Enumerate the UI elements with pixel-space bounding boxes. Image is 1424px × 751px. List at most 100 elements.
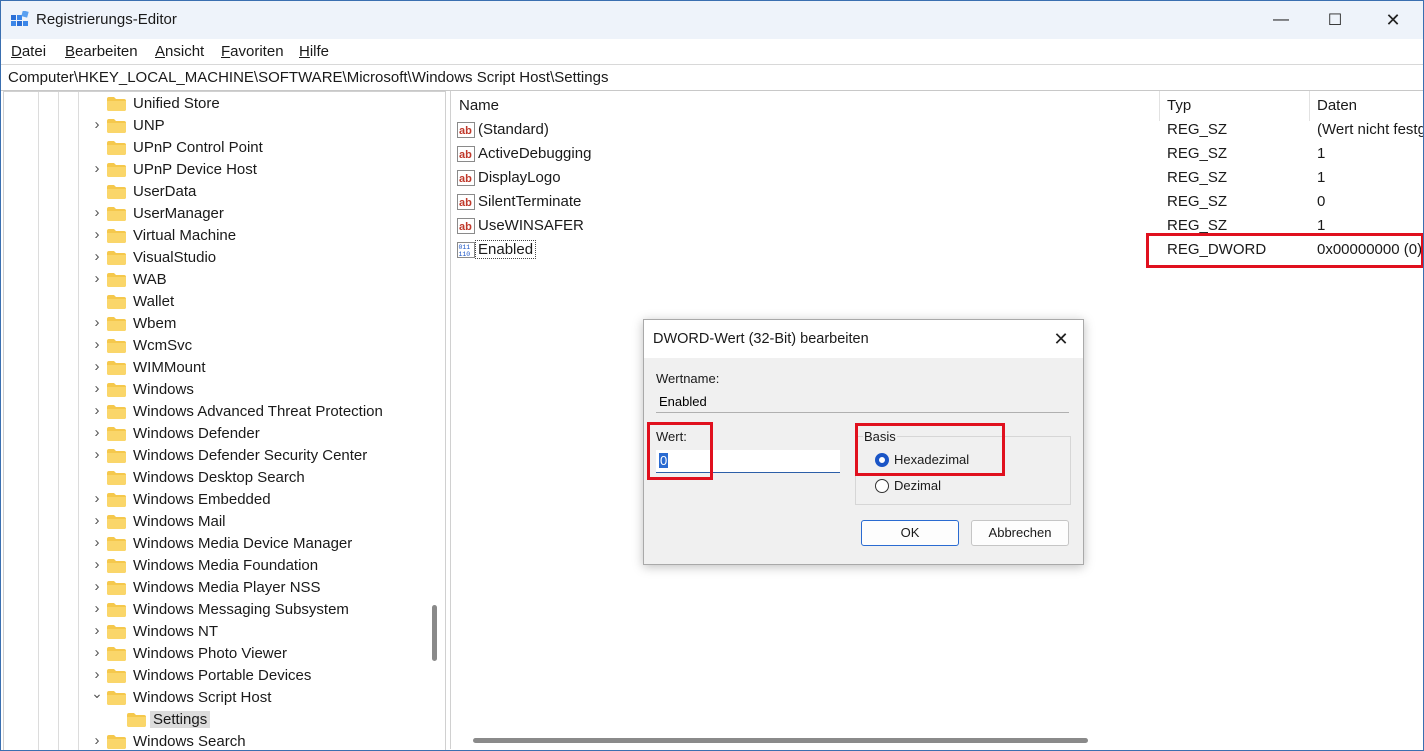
tree-item[interactable]: › Windows Advanced Threat Protection [4,401,424,423]
tree-item[interactable]: › Windows [4,379,424,401]
tree-item-label: Windows Media Player NSS [133,579,321,596]
chevron-right-icon[interactable]: › [91,491,103,506]
folder-icon [107,339,126,353]
column-header-type[interactable]: Typ [1167,97,1191,114]
chevron-right-icon[interactable]: › [91,205,103,220]
tree-item-label: Windows Search [133,733,246,750]
chevron-right-icon[interactable]: › [91,667,103,682]
chevron-right-icon[interactable]: › [91,161,103,176]
chevron-right-icon[interactable]: › [91,601,103,616]
value-name-field[interactable] [656,391,1069,413]
ok-button[interactable]: OK [861,520,959,546]
folder-icon [107,185,126,199]
tree-item[interactable]: › UNP [4,115,424,137]
column-header-name[interactable]: Name [459,97,499,114]
value-row[interactable]: ab DisplayLogo REG_SZ 1 [451,166,1423,190]
chevron-right-icon[interactable]: › [91,557,103,572]
tree-item[interactable]: › Windows Portable Devices [4,665,424,687]
folder-icon [127,713,146,727]
value-row[interactable]: ab ActiveDebugging REG_SZ 1 [451,142,1423,166]
folder-icon [107,449,126,463]
tree-item[interactable]: › WIMMount [4,357,424,379]
svg-text:ab: ab [459,125,472,137]
menu-datei[interactable]: Datei [11,43,46,60]
tree-item[interactable]: › Windows NT [4,621,424,643]
string-value-icon: ab [457,193,475,211]
chevron-right-icon[interactable]: › [91,381,103,396]
close-window-button[interactable]: ✕ [1365,1,1421,39]
tree-item[interactable]: UserData [4,181,424,203]
address-path[interactable]: Computer\HKEY_LOCAL_MACHINE\SOFTWARE\Mic… [8,69,608,86]
chevron-right-icon[interactable]: › [91,359,103,374]
chevron-right-icon[interactable]: › [91,623,103,638]
tree-item[interactable]: Settings [4,709,424,731]
tree-item-label: Windows Mail [133,513,226,530]
minimize-button[interactable]: — [1253,1,1309,39]
key-tree[interactable]: Unified Store › UNP UPnP Control Point › UPnP… [3,91,446,750]
column-separator[interactable] [1309,91,1310,121]
chevron-right-icon[interactable]: › [91,733,103,748]
chevron-right-icon[interactable]: › [91,227,103,242]
tree-item[interactable]: › Windows Defender Security Center [4,445,424,467]
chevron-right-icon[interactable]: › [91,249,103,264]
menu-bearbeiten[interactable]: Bearbeiten [65,43,138,60]
window-title: Registrierungs-Editor [36,11,177,28]
tree-item[interactable]: › Windows Defender [4,423,424,445]
tree-item[interactable]: Unified Store [4,93,424,115]
chevron-right-icon[interactable]: › [91,513,103,528]
tree-item[interactable]: › Windows Media Device Manager [4,533,424,555]
tree-item[interactable]: › Windows Photo Viewer [4,643,424,665]
tree-item[interactable]: › WAB [4,269,424,291]
maximize-button[interactable]: ☐ [1307,1,1363,39]
chevron-right-icon[interactable]: › [91,579,103,594]
tree-item[interactable]: › VisualStudio [4,247,424,269]
folder-icon [107,383,126,397]
tree-item[interactable]: › Windows Embedded [4,489,424,511]
folder-icon [107,317,126,331]
tree-item[interactable]: › Windows Mail [4,511,424,533]
value-name: UseWINSAFER [478,217,584,234]
tree-item-label: Windows Photo Viewer [133,645,287,662]
chevron-right-icon[interactable]: › [91,315,103,330]
tree-item[interactable]: › UserManager [4,203,424,225]
tree-item[interactable]: UPnP Control Point [4,137,424,159]
menu-favoriten[interactable]: Favoriten [221,43,284,60]
tree-item[interactable]: › UPnP Device Host [4,159,424,181]
tree-item[interactable]: › Windows Media Foundation [4,555,424,577]
chevron-right-icon[interactable]: › [91,447,103,462]
tree-item[interactable]: › Wbem [4,313,424,335]
value-row[interactable]: ab SilentTerminate REG_SZ 0 [451,190,1423,214]
tree-item[interactable]: › Windows Messaging Subsystem [4,599,424,621]
chevron-right-icon[interactable]: › [91,117,103,132]
folder-icon [107,119,126,133]
value-row[interactable]: ab (Standard) REG_SZ (Wert nicht festg [451,118,1423,142]
column-header-data[interactable]: Daten [1317,97,1357,114]
cancel-button[interactable]: Abbrechen [971,520,1069,546]
tree-item[interactable]: › Virtual Machine [4,225,424,247]
tree-item[interactable]: › WcmSvc [4,335,424,357]
chevron-right-icon[interactable]: › [91,645,103,660]
tree-item[interactable]: Wallet [4,291,424,313]
chevron-right-icon[interactable]: › [91,403,103,418]
chevron-right-icon[interactable]: › [91,337,103,352]
value-type: REG_SZ [1167,121,1228,138]
decimal-radio[interactable] [875,479,889,493]
chevron-right-icon[interactable]: › [91,535,103,550]
tree-item[interactable]: › Windows Media Player NSS [4,577,424,599]
tree-item-label: UNP [133,117,165,134]
chevron-down-icon[interactable]: ⌄ [91,686,103,700]
column-separator[interactable] [1159,91,1160,121]
tree-scrollbar-thumb[interactable] [432,605,437,661]
tree-item[interactable]: ⌄ Windows Script Host [4,686,424,709]
dialog-close-button[interactable]: ✕ [1048,327,1074,351]
tree-item[interactable]: › Windows Search [4,731,424,750]
decimal-radio-label[interactable]: Dezimal [894,478,941,493]
chevron-right-icon[interactable]: › [91,271,103,286]
horizontal-scrollbar-thumb[interactable] [473,738,1088,743]
chevron-right-icon[interactable]: › [91,425,103,440]
menu-hilfe[interactable]: Hilfe [299,43,329,60]
tree-item-label: WIMMount [133,359,206,376]
address-bar[interactable]: Computer\HKEY_LOCAL_MACHINE\SOFTWARE\Mic… [1,64,1423,91]
tree-item[interactable]: Windows Desktop Search [4,467,424,489]
menu-ansicht[interactable]: Ansicht [155,43,204,60]
